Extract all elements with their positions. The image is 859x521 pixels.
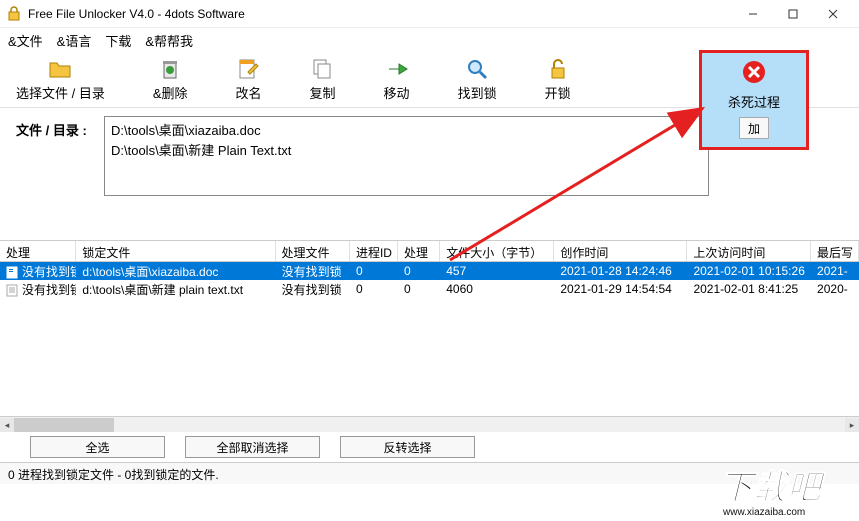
maximize-button[interactable] — [773, 0, 813, 28]
table-row[interactable]: 没有找到锁d:\tools\桌面\新建 plain text.txt没有找到锁0… — [0, 280, 859, 298]
deselect-all-button[interactable]: 全部取消选择 — [185, 436, 320, 458]
col-accessed[interactable]: 上次访问时间 — [687, 241, 811, 261]
kill-label: 杀死过程 — [728, 92, 780, 111]
select-files-label: 选择文件 / 目录 — [16, 83, 105, 102]
rename-icon — [237, 57, 261, 81]
rename-label: 改名 — [236, 83, 262, 102]
horizontal-scrollbar[interactable]: ◂ ▸ — [0, 416, 859, 432]
menu-language[interactable]: &语言 — [57, 31, 92, 50]
invert-selection-button[interactable]: 反转选择 — [340, 436, 475, 458]
grid-body[interactable]: 没有找到锁d:\tools\桌面\xiazaiba.doc没有找到锁004572… — [0, 262, 859, 412]
trash-icon — [158, 57, 182, 81]
col-created[interactable]: 创作时间 — [554, 241, 687, 261]
select-files-button[interactable]: 选择文件 / 目录 — [16, 57, 105, 102]
move-label: 移动 — [384, 83, 410, 102]
menu-download[interactable]: 下载 — [105, 31, 131, 50]
path-line: D:\tools\桌面\xiazaiba.doc — [111, 121, 702, 141]
path-label: 文件 / 目录 : — [16, 116, 96, 196]
select-all-button[interactable]: 全选 — [30, 436, 165, 458]
copy-label: 复制 — [310, 83, 336, 102]
col-proc2[interactable]: 处理 — [398, 241, 440, 261]
bottom-bar: 全选 全部取消选择 反转选择 — [0, 432, 859, 462]
grid-header: 处理 锁定文件 处理文件 进程ID 处理 文件大小（字节） 创作时间 上次访问时… — [0, 240, 859, 262]
titlebar: Free File Unlocker V4.0 - 4dots Software — [0, 0, 859, 28]
close-button[interactable] — [813, 0, 853, 28]
copy-icon — [311, 57, 335, 81]
col-lastwrite[interactable]: 最后写 — [811, 241, 859, 261]
kill-icon — [741, 59, 767, 90]
search-icon — [465, 57, 489, 81]
file-icon — [6, 283, 20, 297]
path-line: D:\tools\桌面\新建 Plain Text.txt — [111, 141, 702, 161]
kill-process-button[interactable]: 杀死过程 加 — [699, 50, 809, 150]
move-icon — [385, 57, 409, 81]
scroll-left-arrow[interactable]: ◂ — [0, 418, 14, 432]
col-proc[interactable]: 处理 — [0, 241, 76, 261]
svg-text:www.xiazaiba.com: www.xiazaiba.com — [722, 507, 805, 518]
toolbar: 选择文件 / 目录 &删除 改名 复制 移动 找到锁 开锁 杀死过程 加 — [0, 52, 859, 108]
move-button[interactable]: 移动 — [384, 57, 410, 102]
unlock-label: 开锁 — [545, 83, 571, 102]
col-pid[interactable]: 进程ID — [350, 241, 398, 261]
col-lockfile[interactable]: 锁定文件 — [76, 241, 275, 261]
add-button[interactable]: 加 — [739, 117, 769, 139]
app-icon — [6, 6, 22, 22]
scroll-right-arrow[interactable]: ▸ — [845, 418, 859, 432]
unlock-icon — [546, 57, 570, 81]
delete-label: &删除 — [153, 83, 188, 102]
path-textbox[interactable]: D:\tools\桌面\xiazaiba.doc D:\tools\桌面\新建 … — [104, 116, 709, 196]
unlock-button[interactable]: 开锁 — [545, 57, 571, 102]
delete-button[interactable]: &删除 — [153, 57, 188, 102]
watermark: 下载吧 www.xiazaiba.com — [719, 461, 859, 521]
menu-file[interactable]: &文件 — [8, 31, 43, 50]
folder-icon — [48, 57, 72, 81]
findlock-button[interactable]: 找到锁 — [458, 57, 497, 102]
scroll-thumb[interactable] — [14, 418, 114, 432]
copy-button[interactable]: 复制 — [310, 57, 336, 102]
menu-help[interactable]: &帮帮我 — [145, 31, 193, 50]
rename-button[interactable]: 改名 — [236, 57, 262, 102]
col-size[interactable]: 文件大小（字节） — [440, 241, 554, 261]
file-icon — [6, 265, 20, 279]
menubar: &文件 &语言 下载 &帮帮我 — [0, 28, 859, 52]
svg-text:下载吧: 下载吧 — [719, 469, 826, 507]
minimize-button[interactable] — [733, 0, 773, 28]
window-title: Free File Unlocker V4.0 - 4dots Software — [28, 7, 733, 21]
table-row[interactable]: 没有找到锁d:\tools\桌面\xiazaiba.doc没有找到锁004572… — [0, 262, 859, 280]
findlock-label: 找到锁 — [458, 83, 497, 102]
col-procfile[interactable]: 处理文件 — [276, 241, 350, 261]
